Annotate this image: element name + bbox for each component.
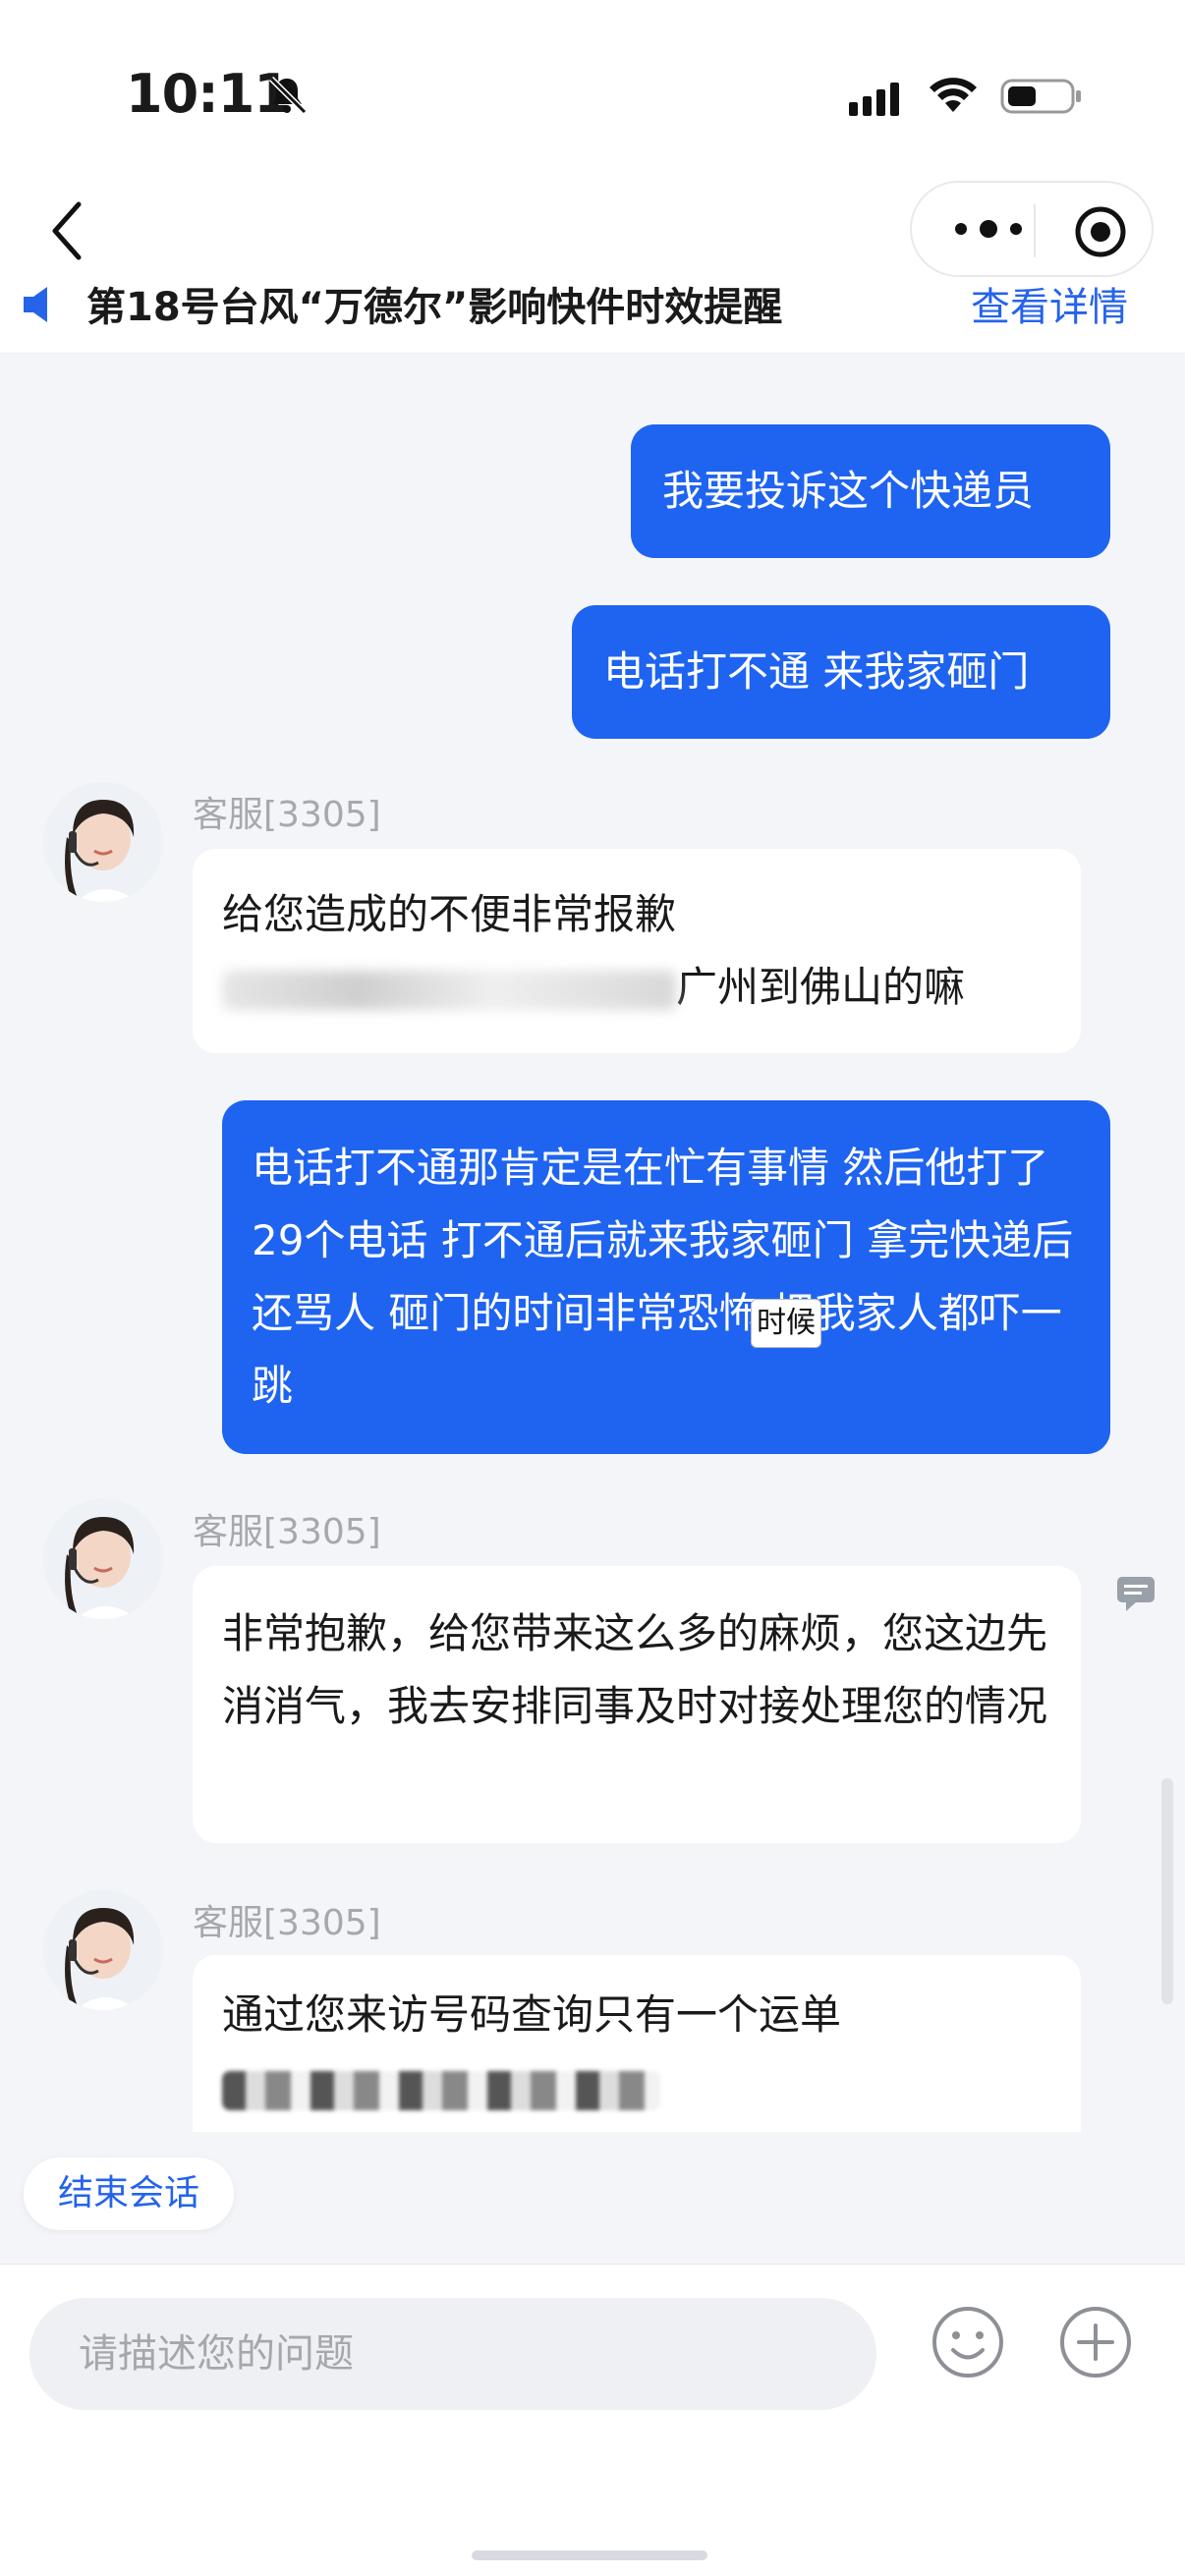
agent-avatar[interactable] bbox=[43, 1499, 163, 1619]
agent-avatar[interactable] bbox=[43, 782, 163, 902]
message-text: 我要投诉这个快递员 bbox=[662, 467, 1035, 515]
back-arrow-icon[interactable] bbox=[43, 196, 92, 265]
agent-name: 客服[3305] bbox=[193, 1512, 381, 1552]
message-text: 通过您来访号码查询只有一个运单 bbox=[222, 1990, 842, 2039]
silent-bell-icon bbox=[268, 76, 308, 115]
status-bar: 10:11 bbox=[0, 0, 1185, 187]
message-text: 电话打不通 来我家砸门 bbox=[603, 647, 1030, 696]
message-text: 给您造成的不便非常报歉 bbox=[222, 890, 677, 938]
wifi-icon bbox=[930, 78, 977, 112]
agent-avatar-image bbox=[43, 1890, 163, 2010]
agent-name: 客服[3305] bbox=[193, 1903, 381, 1943]
redacted-tracking-number bbox=[222, 970, 676, 1010]
cellular-signal-icon bbox=[849, 83, 899, 116]
close-miniprogram-icon[interactable] bbox=[1073, 204, 1128, 259]
message-line-redacted bbox=[222, 2051, 1051, 2124]
message-composer bbox=[0, 2264, 1185, 2576]
speaker-icon bbox=[24, 287, 47, 322]
agent-message: 非常抱歉，给您带来这么多的麻烦，您这边先消消气，我去安排同事及时对接处理您的情况 bbox=[193, 1566, 1081, 1843]
message-text: 广州到佛山的嘛 bbox=[676, 963, 966, 1011]
more-dots-icon[interactable] bbox=[949, 214, 1028, 244]
user-message: 电话打不通 来我家砸门 bbox=[572, 605, 1110, 739]
message-text: 电话打不通那肯定是在忙有事情 然后他打了29个电话 打不通后就来我家砸门 拿完快… bbox=[252, 1144, 1074, 1410]
end-session-button[interactable]: 结束会话 bbox=[24, 2157, 234, 2230]
notice-text: 第18号台风“万德尔”影响快件时效提醒 bbox=[86, 285, 783, 330]
battery-icon bbox=[1000, 79, 1081, 114]
notice-details-link[interactable]: 查看详情 bbox=[971, 275, 1128, 332]
home-indicator[interactable] bbox=[472, 2550, 707, 2560]
emoji-icon[interactable] bbox=[930, 2304, 1006, 2380]
miniprogram-capsule bbox=[910, 181, 1154, 277]
message-line-redacted: 广州到佛山的嘛 bbox=[222, 951, 1051, 1024]
agent-avatar[interactable] bbox=[43, 1890, 163, 2010]
scrollbar[interactable] bbox=[1161, 1778, 1173, 2004]
user-message: 电话打不通那肯定是在忙有事情 然后他打了29个电话 打不通后就来我家砸门 拿完快… bbox=[222, 1100, 1110, 1454]
selection-tooltip: 时候 bbox=[751, 1299, 821, 1348]
agent-message: 给您造成的不便非常报歉 广州到佛山的嘛 bbox=[193, 849, 1081, 1053]
redacted-waybill-number bbox=[222, 2070, 660, 2110]
message-text: 非常抱歉，给您带来这么多的麻烦，您这边先消消气，我去安排同事及时对接处理您的情况 bbox=[222, 1609, 1048, 1730]
comment-icon[interactable] bbox=[1114, 1574, 1157, 1613]
capsule-divider bbox=[1034, 204, 1036, 257]
user-message: 我要投诉这个快递员 bbox=[631, 424, 1110, 558]
agent-avatar-image bbox=[43, 782, 163, 902]
message-input[interactable] bbox=[29, 2298, 876, 2410]
agent-name: 客服[3305] bbox=[193, 795, 381, 835]
notice-banner[interactable]: 第18号台风“万德尔”影响快件时效提醒 查看详情 bbox=[0, 265, 1185, 354]
add-attachment-icon[interactable] bbox=[1057, 2304, 1134, 2380]
agent-message: 通过您来访号码查询只有一个运单 bbox=[193, 1955, 1081, 2132]
agent-avatar-image bbox=[43, 1499, 163, 1619]
